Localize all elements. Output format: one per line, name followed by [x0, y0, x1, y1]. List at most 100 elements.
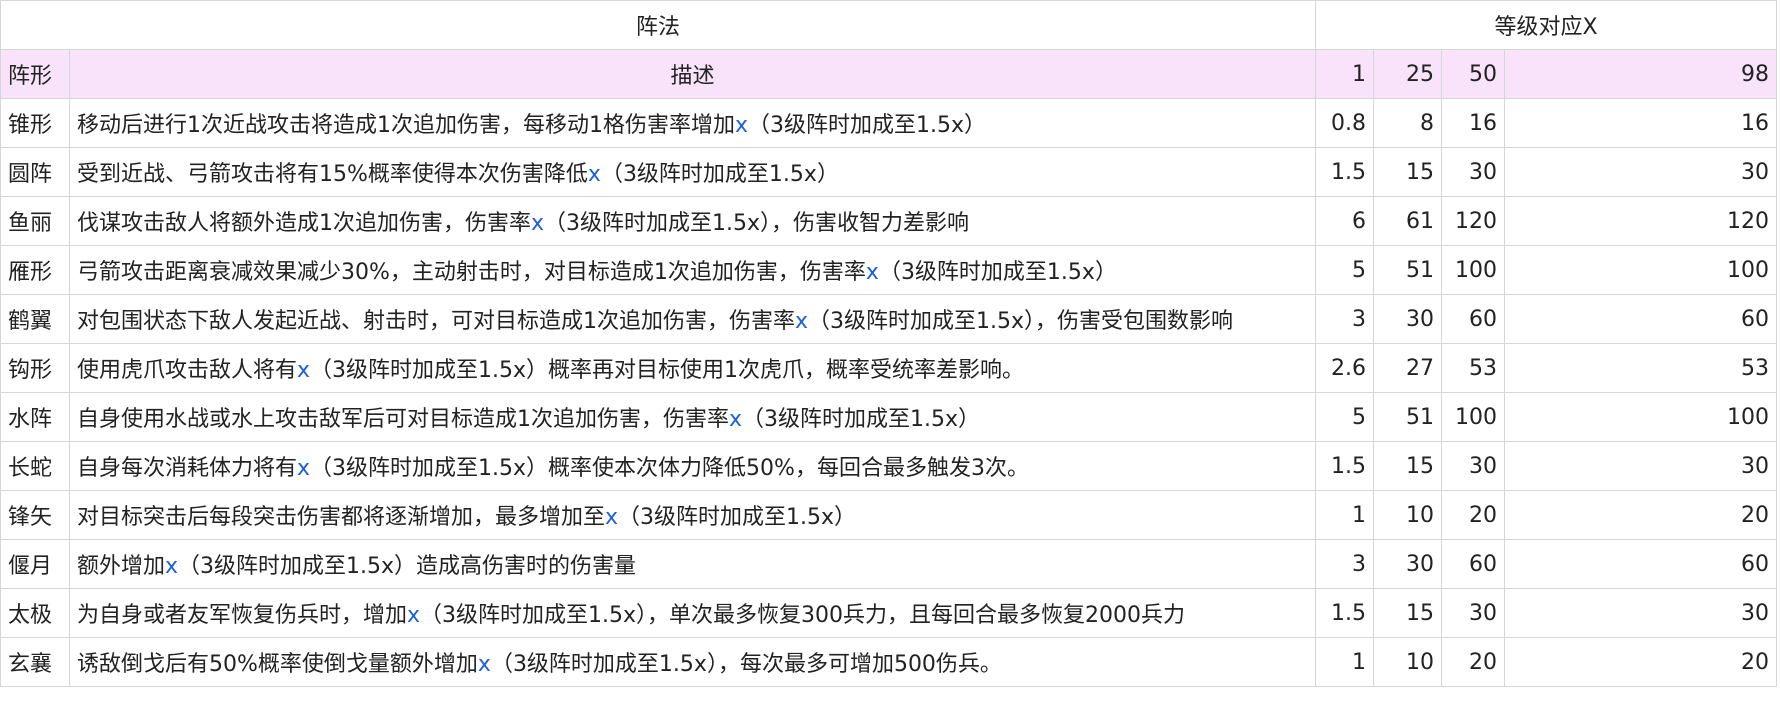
formation-description: 伐谋攻击敌人将额外造成1次追加伤害，伤害率x（3级阵时加成至1.5x），伤害收智…	[68, 196, 1317, 246]
col-level-1-value: 5	[1315, 392, 1375, 442]
x-variable: x	[795, 309, 809, 334]
description-text: （3级阵时加成至1.5x），单次最多恢复300兵力，且每回合最多恢复2000兵力	[420, 603, 1186, 628]
table-row: 鹤翼 对包围状态下敌人发起近战、射击时，可对目标造成1次追加伤害，伤害率x（3级阵…	[0, 294, 1778, 344]
formation-table: 阵法 等级对应X 阵形 描述 1 25 50 98 锥形 移动后进行1次近战攻击将…	[0, 0, 1778, 687]
table-row: 偃月 额外增加x（3级阵时加成至1.5x）造成高伤害时的伤害量 3 30 60 60	[0, 539, 1778, 589]
formation-description: 额外增加x（3级阵时加成至1.5x）造成高伤害时的伤害量	[68, 539, 1317, 589]
x-variable: x	[297, 358, 311, 383]
col-level-25-value: 61	[1373, 196, 1443, 246]
formation-name: 圆阵	[0, 147, 70, 197]
description-text: 弓箭攻击距离衰减效果减少30%，主动射击时，对目标造成1次追加伤害，伤害率	[77, 260, 866, 285]
col-level-98-header: 98	[1504, 49, 1778, 99]
description-text: （3级阵时加成至1.5x）	[618, 505, 857, 530]
x-variable: x	[605, 505, 619, 530]
formation-description: 为自身或者友军恢复伤兵时，增加x（3级阵时加成至1.5x），单次最多恢复300兵…	[68, 588, 1317, 638]
table-row: 太极 为自身或者友军恢复伤兵时，增加x（3级阵时加成至1.5x），单次最多恢复30…	[0, 588, 1778, 638]
description-text: （3级阵时加成至1.5x）	[600, 162, 839, 187]
col-level-1-value: 5	[1315, 245, 1375, 295]
col-level-1-value: 1	[1315, 490, 1375, 540]
formation-description: 对目标突击后每段突击伤害都将逐渐增加，最多增加至x（3级阵时加成至1.5x）	[68, 490, 1317, 540]
table-row: 锥形 移动后进行1次近战攻击将造成1次追加伤害，每移动1格伤害率增加x（3级阵时加…	[0, 98, 1778, 148]
col-level-98-value: 30	[1504, 147, 1778, 197]
col-level-1-value: 3	[1315, 539, 1375, 589]
table-row: 钩形 使用虎爪攻击敌人将有x（3级阵时加成至1.5x）概率再对目标使用1次虎爪，概…	[0, 343, 1778, 393]
x-variable: x	[729, 407, 743, 432]
x-variable: x	[297, 456, 311, 481]
formation-name: 水阵	[0, 392, 70, 442]
formation-title: 阵法	[0, 0, 1317, 50]
col-level-25-value: 51	[1373, 245, 1443, 295]
col-level-98-value: 120	[1504, 196, 1778, 246]
formation-description: 自身使用水战或水上攻击敌军后可对目标造成1次追加伤害，伤害率x（3级阵时加成至1…	[68, 392, 1317, 442]
col-level-1-value: 3	[1315, 294, 1375, 344]
col-level-50-value: 53	[1441, 343, 1506, 393]
col-level-25-value: 10	[1373, 490, 1443, 540]
col-level-1-value: 2.6	[1315, 343, 1375, 393]
column-header-row: 阵形 描述 1 25 50 98	[0, 49, 1778, 99]
col-level-1-value: 1	[1315, 637, 1375, 687]
col-level-1-value: 1.5	[1315, 441, 1375, 491]
formation-description: 自身每次消耗体力将有x（3级阵时加成至1.5x）概率使本次体力降低50%，每回合…	[68, 441, 1317, 491]
description-text: （3级阵时加成至1.5x）概率再对目标使用1次虎爪，概率受统率差影响。	[310, 358, 1025, 383]
formation-name: 锋矢	[0, 490, 70, 540]
formation-description: 移动后进行1次近战攻击将造成1次追加伤害，每移动1格伤害率增加x（3级阵时加成至…	[68, 98, 1317, 148]
table-row: 雁形 弓箭攻击距离衰减效果减少30%，主动射击时，对目标造成1次追加伤害，伤害率x…	[0, 245, 1778, 295]
col-level-98-value: 60	[1504, 294, 1778, 344]
formation-name: 雁形	[0, 245, 70, 295]
formation-description: 诱敌倒戈后有50%概率使倒戈量额外增加x（3级阵时加成至1.5x），每次最多可增…	[68, 637, 1317, 687]
col-level-98-value: 20	[1504, 490, 1778, 540]
col-level-50-header: 50	[1441, 49, 1506, 99]
formation-name: 锥形	[0, 98, 70, 148]
col-desc-header: 描述	[68, 49, 1317, 99]
description-text: （3级阵时加成至1.5x），伤害收智力差影响	[544, 211, 970, 236]
description-text: 受到近战、弓箭攻击将有15%概率使得本次伤害降低	[77, 162, 588, 187]
formation-name: 鱼丽	[0, 196, 70, 246]
col-level-50-value: 60	[1441, 294, 1506, 344]
x-variable: x	[477, 652, 491, 677]
table-row: 锋矢 对目标突击后每段突击伤害都将逐渐增加，最多增加至x（3级阵时加成至1.5x）…	[0, 490, 1778, 540]
col-level-50-value: 16	[1441, 98, 1506, 148]
col-level-25-value: 30	[1373, 294, 1443, 344]
formation-description: 受到近战、弓箭攻击将有15%概率使得本次伤害降低x（3级阵时加成至1.5x）	[68, 147, 1317, 197]
description-text: （3级阵时加成至1.5x），伤害受包围数影响	[808, 309, 1234, 334]
col-level-25-value: 15	[1373, 588, 1443, 638]
col-level-98-value: 60	[1504, 539, 1778, 589]
formation-name: 长蛇	[0, 441, 70, 491]
col-level-98-value: 100	[1504, 245, 1778, 295]
description-text: （3级阵时加成至1.5x），每次最多可增加500伤兵。	[490, 652, 1002, 677]
col-level-98-value: 16	[1504, 98, 1778, 148]
col-level-1-header: 1	[1315, 49, 1375, 99]
formation-description: 对包围状态下敌人发起近战、射击时，可对目标造成1次追加伤害，伤害率x（3级阵时加…	[68, 294, 1317, 344]
col-level-50-value: 60	[1441, 539, 1506, 589]
col-level-98-value: 53	[1504, 343, 1778, 393]
col-level-50-value: 20	[1441, 637, 1506, 687]
col-level-50-value: 20	[1441, 490, 1506, 540]
description-text: 对目标突击后每段突击伤害都将逐渐增加，最多增加至	[77, 505, 606, 530]
description-text: （3级阵时加成至1.5x）概率使本次体力降低50%，每回合最多触发3次。	[310, 456, 1029, 481]
col-level-1-value: 1.5	[1315, 147, 1375, 197]
x-variable: x	[531, 211, 545, 236]
table-row: 长蛇 自身每次消耗体力将有x（3级阵时加成至1.5x）概率使本次体力降低50%，每…	[0, 441, 1778, 491]
formation-description: 使用虎爪攻击敌人将有x（3级阵时加成至1.5x）概率再对目标使用1次虎爪，概率受…	[68, 343, 1317, 393]
description-text: 伐谋攻击敌人将额外造成1次追加伤害，伤害率	[77, 211, 531, 236]
description-text: 额外增加	[77, 554, 166, 579]
formation-name: 玄襄	[0, 637, 70, 687]
col-level-25-value: 8	[1373, 98, 1443, 148]
formation-name: 钩形	[0, 343, 70, 393]
description-text: 移动后进行1次近战攻击将造成1次追加伤害，每移动1格伤害率增加	[77, 113, 735, 138]
col-level-25-value: 30	[1373, 539, 1443, 589]
col-level-50-value: 100	[1441, 245, 1506, 295]
col-level-50-value: 30	[1441, 588, 1506, 638]
col-level-98-value: 100	[1504, 392, 1778, 442]
table-row: 水阵 自身使用水战或水上攻击敌军后可对目标造成1次追加伤害，伤害率x（3级阵时加成…	[0, 392, 1778, 442]
x-variable: x	[865, 260, 879, 285]
table-row: 玄襄 诱敌倒戈后有50%概率使倒戈量额外增加x（3级阵时加成至1.5x），每次最多…	[0, 637, 1778, 687]
col-level-50-value: 30	[1441, 441, 1506, 491]
col-level-25-value: 10	[1373, 637, 1443, 687]
col-level-25-value: 15	[1373, 441, 1443, 491]
table-row: 圆阵 受到近战、弓箭攻击将有15%概率使得本次伤害降低x（3级阵时加成至1.5x）…	[0, 147, 1778, 197]
description-text: 对包围状态下敌人发起近战、射击时，可对目标造成1次追加伤害，伤害率	[77, 309, 795, 334]
formation-name: 偃月	[0, 539, 70, 589]
table-title-row: 阵法 等级对应X	[0, 0, 1778, 50]
col-level-25-value: 15	[1373, 147, 1443, 197]
